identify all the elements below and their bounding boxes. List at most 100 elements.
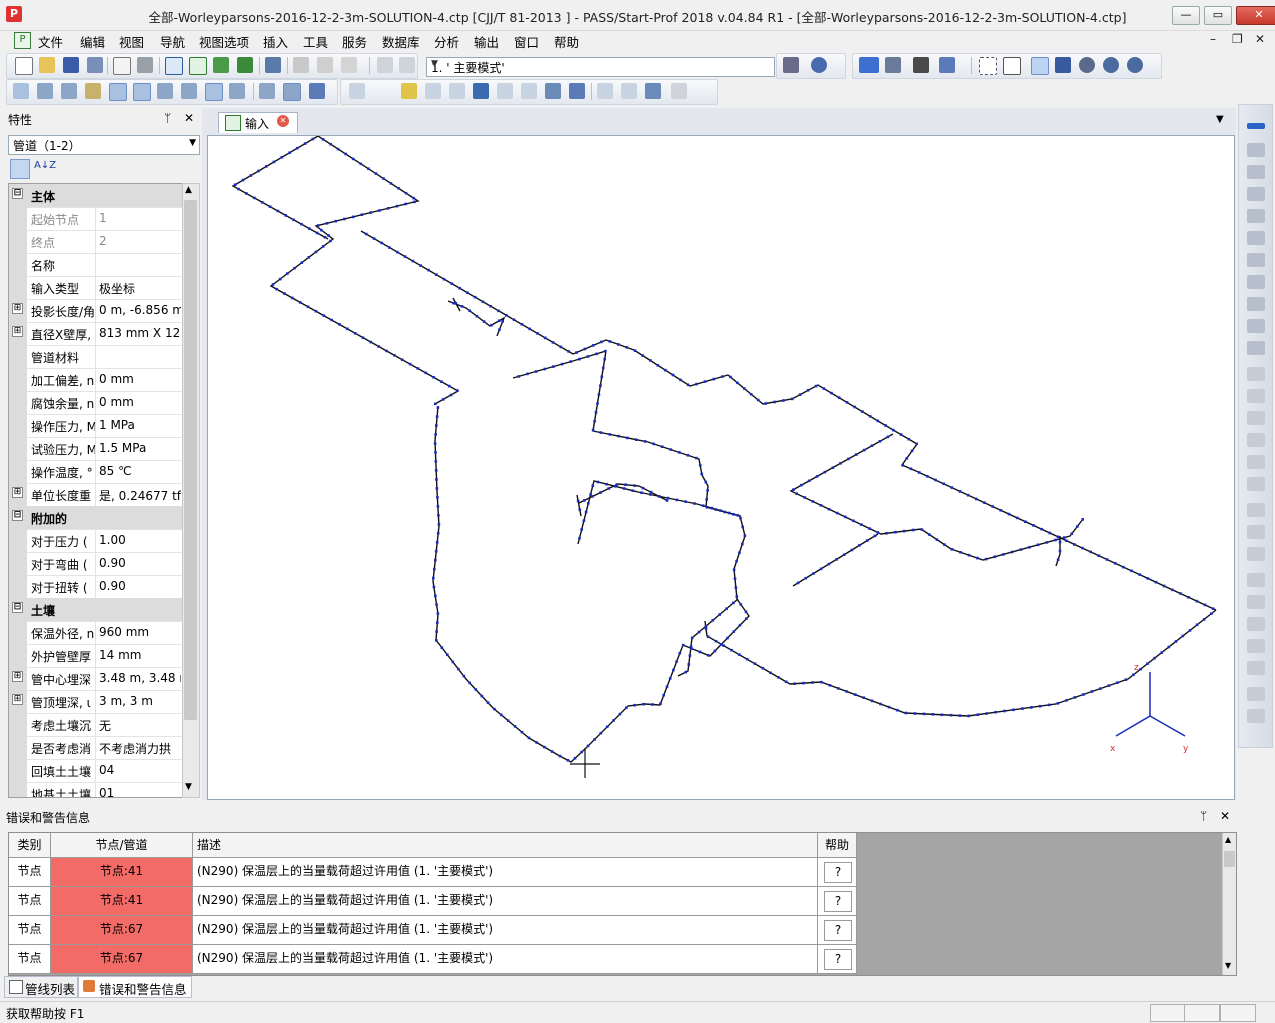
property-value[interactable]: 1 MPa (99, 418, 181, 435)
rotate-icon[interactable] (1103, 57, 1119, 73)
table-icon[interactable] (265, 57, 281, 73)
scrollbar-thumb[interactable] (1224, 851, 1235, 867)
column-header-help[interactable]: 帮助 (818, 833, 857, 858)
error-node-cell[interactable]: 节点:67 (51, 945, 193, 974)
tee-component-icon[interactable] (1247, 231, 1265, 245)
property-row[interactable]: ⊞ 管顶埋深, ι 3 m, 3 m (9, 690, 183, 714)
property-value[interactable]: 0 mm (99, 395, 181, 412)
property-value[interactable]: 0.90 (99, 579, 181, 596)
property-value[interactable]: 01 (99, 786, 181, 797)
tab-menu-icon[interactable]: ▼ (1216, 114, 1224, 125)
property-value[interactable]: 极坐标 (99, 280, 181, 297)
property-row[interactable]: ⊞ 管中心埋深 3.48 m, 3.48 n (9, 667, 183, 691)
bend-component-icon[interactable] (1247, 143, 1265, 157)
save-icon[interactable] (63, 57, 79, 73)
copy-icon[interactable] (317, 57, 333, 73)
expand-icon[interactable]: ⊞ (12, 326, 23, 337)
property-row[interactable]: 操作温度, ° 85 ℃ (9, 460, 183, 484)
error-type-cell[interactable]: 节点 (9, 916, 51, 945)
menu-output[interactable]: 输出 (474, 32, 499, 51)
property-value[interactable]: 3.48 m, 3.48 n (99, 671, 181, 688)
property-row[interactable]: 是否考虑消 不考虑消力拱 (9, 736, 183, 760)
restraint-support-icon[interactable] (1247, 503, 1265, 517)
property-value[interactable]: 14 mm (99, 648, 181, 665)
property-row[interactable]: 地基土土壤 01 (9, 782, 183, 797)
close-window-button[interactable]: ✕ (1236, 6, 1275, 25)
sort-alpha-icon[interactable]: A↓Z (34, 160, 56, 171)
error-node-cell[interactable]: 节点:41 (51, 887, 193, 916)
pin-icon[interactable]: ᛘ (1200, 809, 1207, 823)
displacement-icon[interactable] (1247, 639, 1265, 653)
property-row[interactable]: 起始节点 1 (9, 207, 183, 231)
plane-view-icon[interactable] (885, 57, 901, 73)
run-icon[interactable] (237, 57, 253, 73)
measure-icon[interactable] (449, 83, 465, 99)
scroll-down-icon[interactable]: ▼ (185, 782, 192, 792)
mode-select[interactable]: 1. ' 主要模式' ▼ (426, 57, 775, 77)
error-description-cell[interactable]: (N290) 保温层上的当量载荷超过许用值 (1. '主要模式') (193, 858, 818, 887)
property-value[interactable]: 960 mm (99, 625, 181, 642)
zoom-window-icon[interactable] (979, 57, 997, 75)
bend-tool-icon[interactable] (37, 83, 53, 99)
property-value[interactable] (99, 257, 181, 274)
valve-component-icon[interactable] (1247, 187, 1265, 201)
guide-tool-icon[interactable] (157, 83, 173, 99)
mdi-close-button[interactable]: ✕ (1255, 32, 1265, 46)
error-type-cell[interactable]: 节点 (9, 887, 51, 916)
restraint-tool-icon[interactable] (205, 83, 223, 101)
hanger-support-icon[interactable] (1247, 477, 1265, 491)
undo-icon[interactable] (377, 57, 393, 73)
group-icon[interactable] (621, 83, 637, 99)
help-button[interactable]: ? (824, 891, 852, 912)
tab-input[interactable]: 输入 ✕ (218, 112, 298, 133)
mirror-icon[interactable] (521, 83, 537, 99)
spring-tool-icon[interactable] (181, 83, 197, 99)
anchor-tool-icon[interactable] (133, 83, 151, 101)
menu-tools[interactable]: 工具 (303, 32, 328, 51)
pipe-component-icon[interactable] (1247, 123, 1265, 129)
split-tool-icon[interactable] (259, 83, 275, 99)
brush-icon[interactable] (425, 83, 441, 99)
properties-scrollbar[interactable]: ▲ ▼ (182, 183, 200, 798)
help-pointer-icon[interactable] (811, 57, 827, 73)
layer-icon[interactable] (597, 83, 613, 99)
snubber-icon[interactable] (1247, 573, 1265, 587)
property-row[interactable]: 考虑土壤沉无 (9, 713, 183, 737)
property-value[interactable]: 1.00 (99, 533, 181, 550)
property-row[interactable]: 对于压力 (1.00 (9, 529, 183, 553)
menu-view[interactable]: 视图 (119, 32, 144, 51)
property-value[interactable]: 3 m, 3 m (99, 694, 181, 711)
property-row[interactable]: 操作压力, M 1 MPa (9, 414, 183, 438)
expansion-component-icon[interactable] (1247, 297, 1265, 311)
wall-component-icon[interactable] (1247, 341, 1265, 355)
error-description-cell[interactable]: (N290) 保温层上的当量载荷超过许用值 (1. '主要模式') (193, 916, 818, 945)
property-value[interactable]: 无 (99, 717, 181, 734)
expand-icon[interactable]: ⊞ (12, 303, 23, 314)
error-description-cell[interactable]: (N290) 保温层上的当量载荷超过许用值 (1. '主要模式') (193, 887, 818, 916)
property-row[interactable]: 对于弯曲 (0.90 (9, 552, 183, 576)
error-node-cell[interactable]: 节点:67 (51, 916, 193, 945)
expand-icon[interactable]: ⊞ (12, 671, 23, 682)
wand-icon[interactable] (401, 83, 417, 99)
maximize-button[interactable]: ▭ (1204, 6, 1232, 25)
menu-file[interactable]: 文件 (38, 32, 63, 51)
pin-icon[interactable]: ᛘ (164, 111, 171, 125)
property-row[interactable]: 名称 (9, 253, 183, 277)
property-value[interactable] (99, 349, 181, 366)
bowtie-component-icon[interactable] (1247, 275, 1265, 289)
collapse-icon[interactable]: ⊟ (12, 602, 23, 613)
scroll-up-icon[interactable]: ▲ (185, 185, 192, 195)
select-pointer-icon[interactable] (1031, 57, 1049, 75)
error-type-cell[interactable]: 节点 (9, 945, 51, 974)
error-description-cell[interactable]: (N290) 保温层上的当量载荷超过许用值 (1. '主要模式') (193, 945, 818, 974)
column-header-description[interactable]: 描述 (193, 833, 818, 858)
scroll-up-icon[interactable]: ▲ (1225, 835, 1231, 844)
property-row[interactable]: ⊞ 单位长度重 是, 0.24677 tf/ (9, 483, 183, 507)
joint-component-icon[interactable] (1247, 253, 1265, 267)
model-canvas[interactable]: z x y (207, 135, 1235, 800)
property-value[interactable]: 不考虑消力拱 (99, 740, 181, 757)
equipment-icon[interactable] (1247, 661, 1265, 675)
spring-support-icon[interactable] (1247, 455, 1265, 469)
help-button[interactable]: ? (824, 920, 852, 941)
collapse-icon[interactable]: ⊟ (12, 510, 23, 521)
